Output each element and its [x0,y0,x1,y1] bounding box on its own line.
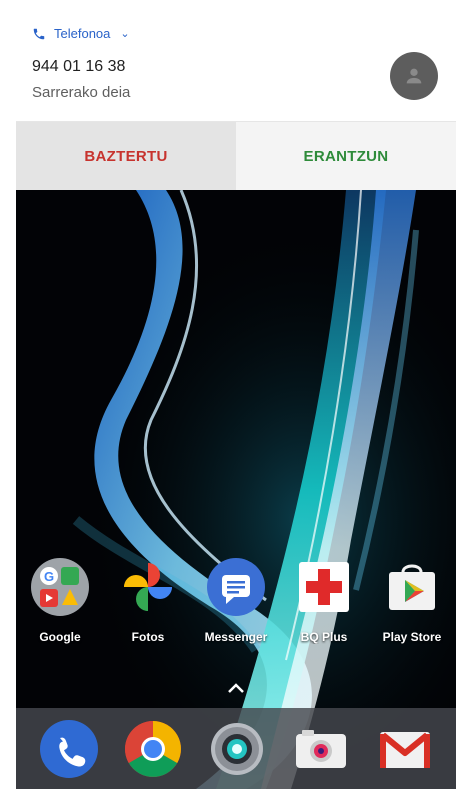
app-label: Google [39,630,81,644]
call-type-label: Sarrerako deia [32,84,131,101]
home-dock [16,708,456,789]
app-label: BQ Plus [300,630,348,644]
play-store-icon [383,558,441,616]
bq-plus-icon [295,558,353,616]
phone-small-icon [33,28,45,39]
notification-app-header: Telefonoa ⌄ [32,26,130,41]
app-bq-plus[interactable]: BQ Plus [280,558,368,644]
bq-camera-icon[interactable] [292,720,350,778]
chevron-up-icon[interactable] [226,681,246,695]
incoming-call-notification[interactable]: Telefonoa ⌄ 944 01 16 38 Sarrerako deia [16,8,456,122]
app-messenger[interactable]: Messenger [192,558,280,644]
caller-avatar-icon [390,52,438,100]
person-icon [406,68,422,84]
phone-screen: Telefonoa ⌄ 944 01 16 38 Sarrerako deia … [16,8,456,789]
app-play-store[interactable]: Play Store [368,558,456,644]
app-label: Fotos [131,630,165,644]
app-label: Play Store [382,630,442,644]
home-wallpaper [16,190,456,789]
app-fotos[interactable]: Fotos [104,558,192,644]
camera-icon[interactable] [208,720,266,778]
photos-pinwheel-icon [119,558,177,616]
phone-icon[interactable] [40,720,98,778]
messenger-icon [207,558,265,616]
answer-button[interactable]: ERANTZUN [236,122,456,190]
decline-button[interactable]: BAZTERTU [16,122,236,190]
chevron-down-icon[interactable]: ⌄ [120,27,129,40]
google-folder-icon: G [31,558,89,616]
caller-number: 944 01 16 38 [32,58,126,75]
call-actions: BAZTERTU ERANTZUN [16,122,456,190]
app-google[interactable]: G Google [16,558,104,644]
app-label: Messenger [204,630,268,644]
gmail-icon[interactable] [376,720,434,778]
notification-app-name: Telefonoa [54,26,111,41]
home-app-row: G Google Fotos Messenger BQ Plus Play St… [16,558,456,658]
svg-text:G: G [44,569,54,584]
chrome-icon[interactable] [124,720,182,778]
wallpaper-art [16,190,456,789]
